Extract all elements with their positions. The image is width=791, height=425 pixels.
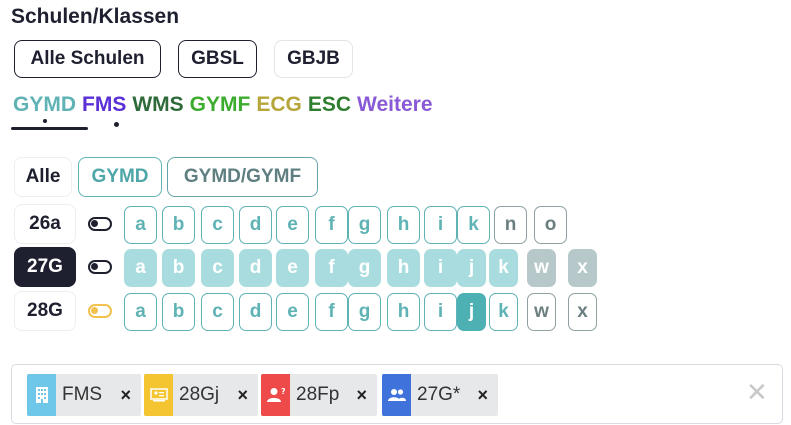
school-gbsl-button[interactable]: GBSL <box>178 40 257 78</box>
department-tabs: GYMD FMS WMS GYMF ECG ESC Weitere <box>13 93 433 123</box>
class-letter-button[interactable]: f <box>315 249 348 287</box>
chip-remove-button[interactable]: × <box>356 385 367 406</box>
class-row: 28G a b c d e f g h i j k w x <box>0 291 791 331</box>
svg-text:?: ? <box>281 387 285 396</box>
class-letter-button[interactable]: e <box>276 206 309 244</box>
class-letter-button[interactable]: b <box>162 249 195 287</box>
class-letter-button[interactable]: k <box>489 249 518 287</box>
class-letter-button[interactable]: c <box>201 293 234 331</box>
class-letter-button[interactable]: o <box>534 206 567 244</box>
class-letter-button[interactable]: i <box>424 293 457 331</box>
class-letter-button[interactable]: b <box>162 206 195 244</box>
class-letter-button[interactable]: x <box>568 249 597 287</box>
class-letter-button[interactable]: j <box>457 249 486 287</box>
toggle-switch[interactable] <box>88 304 112 318</box>
class-letter-button[interactable]: d <box>239 293 272 331</box>
class-letter-button[interactable]: h <box>387 293 420 331</box>
chip-fms: FMS × <box>27 374 141 416</box>
toggle-switch[interactable] <box>88 260 112 274</box>
class-row: 27G a b c d e f g h i j k w x <box>0 247 791 287</box>
school-all-button[interactable]: Alle Schulen <box>14 40 161 78</box>
tab-esc[interactable]: ESC <box>308 93 351 117</box>
tab-weitere[interactable]: Weitere <box>357 93 432 117</box>
class-letter-button[interactable]: g <box>348 249 381 287</box>
clear-all-button[interactable]: ✕ <box>746 377 768 408</box>
chip-28gj: 28Gj × <box>144 374 258 416</box>
tab-wms[interactable]: WMS <box>132 93 183 117</box>
chip-label: 28Gj <box>179 384 220 405</box>
class-row: 26a a b c d e f g h i k n o <box>0 204 791 244</box>
filter-gymd-gymf-button[interactable]: GYMD/GYMF <box>167 157 318 197</box>
chip-label: 28Fp <box>296 384 340 405</box>
class-letter-button[interactable]: w <box>527 293 556 331</box>
school-gbjb-button[interactable]: GBJB <box>274 40 353 78</box>
class-letter-button[interactable]: a <box>124 206 157 244</box>
chip-remove-button[interactable]: × <box>237 385 248 406</box>
class-letter-button[interactable]: h <box>387 206 420 244</box>
class-letter-button[interactable]: d <box>239 249 272 287</box>
classroom-icon <box>144 374 173 416</box>
class-letter-button[interactable]: g <box>348 293 381 331</box>
class-letter-button[interactable]: e <box>276 293 309 331</box>
class-letter-button[interactable]: a <box>124 293 157 331</box>
tab-gymd[interactable]: GYMD <box>13 93 76 123</box>
class-letter-button[interactable]: k <box>457 206 490 244</box>
filter-all-button[interactable]: Alle <box>14 157 72 197</box>
class-letter-button[interactable]: w <box>527 249 556 287</box>
class-letter-button[interactable]: c <box>201 249 234 287</box>
chip-remove-button[interactable]: × <box>477 385 488 406</box>
filter-gymd-button[interactable]: GYMD <box>78 157 162 197</box>
class-letter-button[interactable]: g <box>348 206 381 244</box>
chip-28fp: ? 28Fp × <box>261 374 377 416</box>
class-letter-button[interactable]: a <box>124 249 157 287</box>
tab-dot-indicator <box>114 122 119 127</box>
class-letter-button[interactable]: j <box>457 293 486 331</box>
chip-27g: 27G* × <box>382 374 498 416</box>
section-title: Schulen/Klassen <box>11 5 180 28</box>
chip-label: 27G* <box>417 384 461 405</box>
tab-gymf[interactable]: GYMF <box>190 93 251 117</box>
users-icon <box>382 374 411 416</box>
user-question-icon: ? <box>261 374 290 416</box>
row-label-button[interactable]: 27G <box>14 247 76 287</box>
class-letter-button[interactable]: b <box>162 293 195 331</box>
toggle-switch[interactable] <box>88 217 112 231</box>
active-tab-indicator <box>11 127 88 130</box>
class-letter-button[interactable]: x <box>568 293 597 331</box>
class-letter-button[interactable]: f <box>315 206 348 244</box>
class-letter-button[interactable]: i <box>424 249 457 287</box>
chip-label: FMS <box>62 384 103 405</box>
class-letter-button[interactable]: c <box>201 206 234 244</box>
row-label-button[interactable]: 26a <box>14 204 76 244</box>
chip-remove-button[interactable]: × <box>120 385 131 406</box>
class-letter-button[interactable]: k <box>489 293 518 331</box>
tab-fms[interactable]: FMS <box>82 93 126 117</box>
class-letter-button[interactable]: h <box>387 249 420 287</box>
row-label-button[interactable]: 28G <box>14 291 76 331</box>
class-letter-button[interactable]: i <box>424 206 457 244</box>
class-letter-button[interactable]: d <box>239 206 272 244</box>
building-icon <box>27 374 56 416</box>
selected-classes-box[interactable]: FMS × 28Gj × ? 28Fp × 27G* × ✕ <box>11 364 783 424</box>
tab-ecg[interactable]: ECG <box>256 93 302 117</box>
class-letter-button[interactable]: n <box>494 206 527 244</box>
class-letter-button[interactable]: e <box>276 249 309 287</box>
class-letter-button[interactable]: f <box>315 293 348 331</box>
